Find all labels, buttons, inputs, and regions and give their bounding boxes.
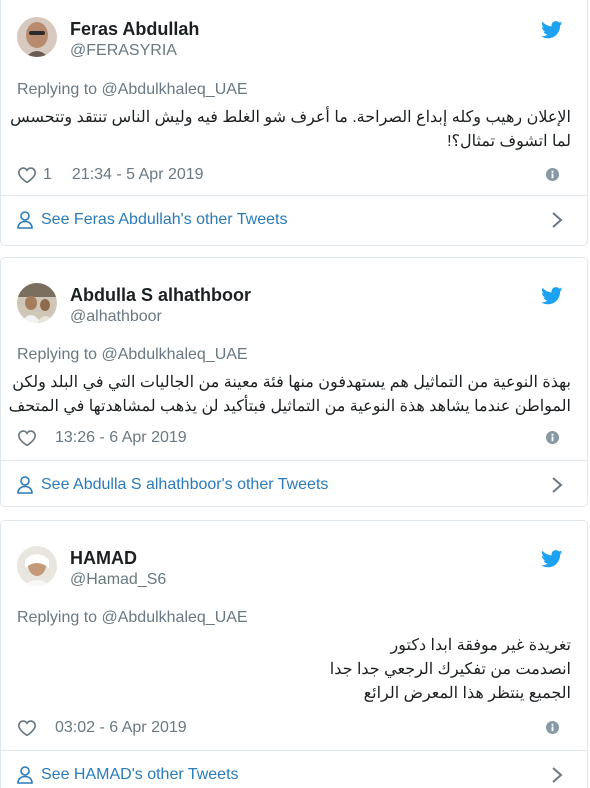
replying-to[interactable]: Replying to @Abdulkhaleq_UAE <box>17 81 248 99</box>
tweet-text-line: الإعلان رهيب وكله إبداع الصراحة. ما أعرف… <box>10 109 571 126</box>
person-icon <box>17 211 33 229</box>
divider <box>1 460 587 461</box>
avatar-image <box>17 17 57 57</box>
avatar[interactable] <box>17 283 57 323</box>
divider <box>1 750 587 751</box>
twitter-bird-icon[interactable] <box>541 21 563 39</box>
tweet-meta: 13:26 - 6 Apr 2019 <box>17 428 187 448</box>
chevron-right-icon[interactable] <box>551 211 563 229</box>
author-name[interactable]: Abdulla S alhathboor <box>70 285 251 306</box>
see-other-tweets-link[interactable]: See Abdulla S alhathboor's other Tweets <box>17 472 571 498</box>
tweet-text-line: المواطن عندما يشاهد هذة النوعية من التما… <box>8 398 571 415</box>
avatar[interactable] <box>17 546 57 586</box>
avatar-image <box>17 283 57 323</box>
tweet-meta: 1 21:34 - 5 Apr 2019 <box>17 165 204 185</box>
tweet-meta: 03:02 - 6 Apr 2019 <box>17 718 187 738</box>
tweet-card: Abdulla S alhathboor @alhathboor Replyin… <box>0 257 588 507</box>
author-name[interactable]: Feras Abdullah <box>70 19 199 40</box>
timestamp[interactable]: 13:26 - 6 Apr 2019 <box>55 429 187 447</box>
divider <box>1 195 587 196</box>
like-count[interactable]: 1 <box>43 166 52 184</box>
tweet-text-line: لما اتشوف تمثال؟! <box>447 133 571 150</box>
chevron-right-icon[interactable] <box>551 766 563 784</box>
twitter-bird-icon[interactable] <box>541 287 563 305</box>
heart-icon[interactable] <box>17 429 37 447</box>
chevron-right-icon[interactable] <box>551 476 563 494</box>
see-other-tweets-link[interactable]: See HAMAD's other Tweets <box>17 762 571 788</box>
tweet-text-line: تغريدة غير موفقة ابدا دكتور <box>390 637 572 654</box>
tweet-card: HAMAD @Hamad_S6 Replying to @Abdulkhaleq… <box>0 520 588 788</box>
tweet-text-line: الجميع ينتظر هذا المعرض الرائع <box>363 685 571 702</box>
twitter-bird-icon[interactable] <box>541 550 563 568</box>
tweet-card: Feras Abdullah @FERASYRIA Replying to @A… <box>0 0 588 246</box>
tweet-text-line: انصدمت من تفكيرك الرجعي جدا جدا <box>329 661 571 678</box>
see-other-tweets-label[interactable]: See Abdulla S alhathboor's other Tweets <box>41 476 328 494</box>
person-icon <box>17 766 33 784</box>
author-handle[interactable]: @alhathboor <box>70 308 162 326</box>
timestamp[interactable]: 03:02 - 6 Apr 2019 <box>55 719 187 737</box>
author-name[interactable]: HAMAD <box>70 548 137 569</box>
avatar[interactable] <box>17 17 57 57</box>
heart-icon[interactable] <box>17 719 37 737</box>
replying-to[interactable]: Replying to @Abdulkhaleq_UAE <box>17 346 248 364</box>
avatar-image <box>17 546 57 586</box>
tweet-text-line: بهذة النوعية من التماثيل هم يستهدفون منه… <box>12 374 571 391</box>
see-other-tweets-label[interactable]: See HAMAD's other Tweets <box>41 766 239 784</box>
replying-to[interactable]: Replying to @Abdulkhaleq_UAE <box>17 609 248 627</box>
info-icon[interactable] <box>546 431 559 444</box>
author-handle[interactable]: @FERASYRIA <box>70 42 177 60</box>
tweet-text: الإعلان رهيب وكله إبداع الصراحة. ما أعرف… <box>10 106 571 154</box>
timestamp[interactable]: 21:34 - 5 Apr 2019 <box>72 166 204 184</box>
info-icon[interactable] <box>546 721 559 734</box>
see-other-tweets-label[interactable]: See Feras Abdullah's other Tweets <box>41 211 287 229</box>
tweet-text: بهذة النوعية من التماثيل هم يستهدفون منه… <box>8 371 571 419</box>
heart-icon[interactable] <box>17 166 37 184</box>
tweet-text: تغريدة غير موفقة ابدا دكتور انصدمت من تف… <box>15 634 571 706</box>
author-handle[interactable]: @Hamad_S6 <box>70 571 166 589</box>
info-icon[interactable] <box>546 168 559 181</box>
see-other-tweets-link[interactable]: See Feras Abdullah's other Tweets <box>17 207 571 233</box>
person-icon <box>17 476 33 494</box>
